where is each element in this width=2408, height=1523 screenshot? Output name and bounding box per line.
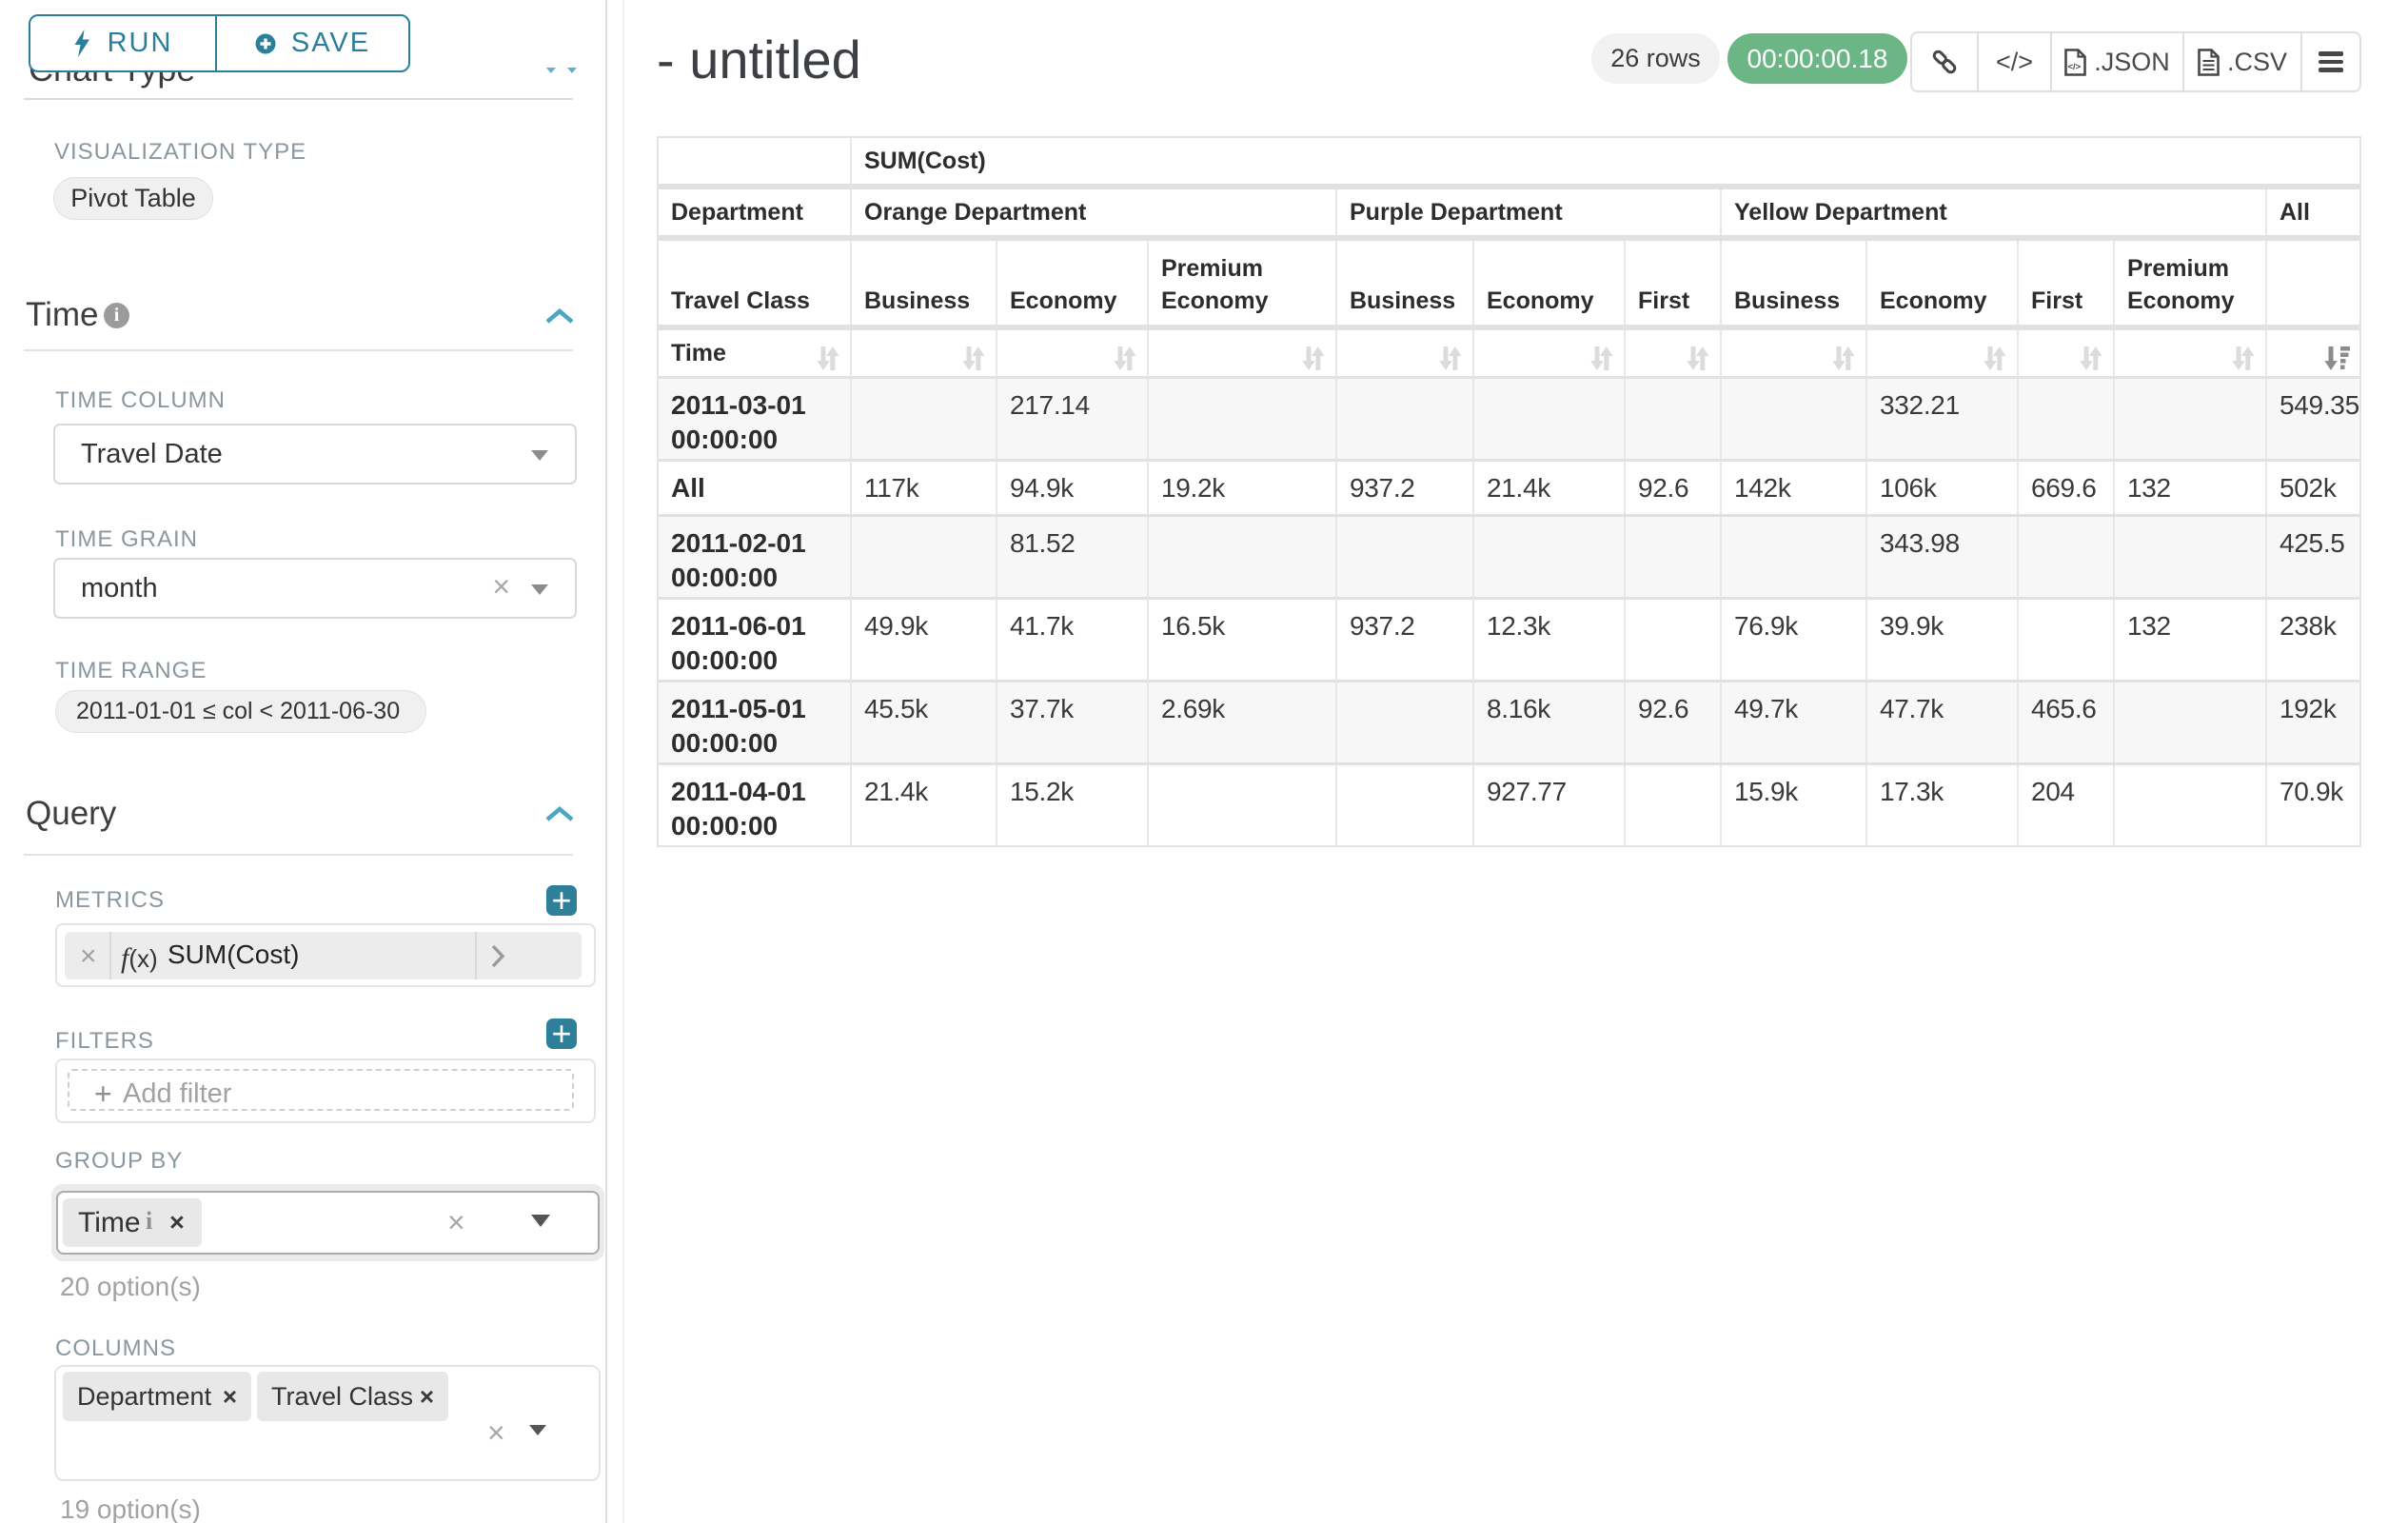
- svg-text:</>: </>: [2068, 62, 2082, 72]
